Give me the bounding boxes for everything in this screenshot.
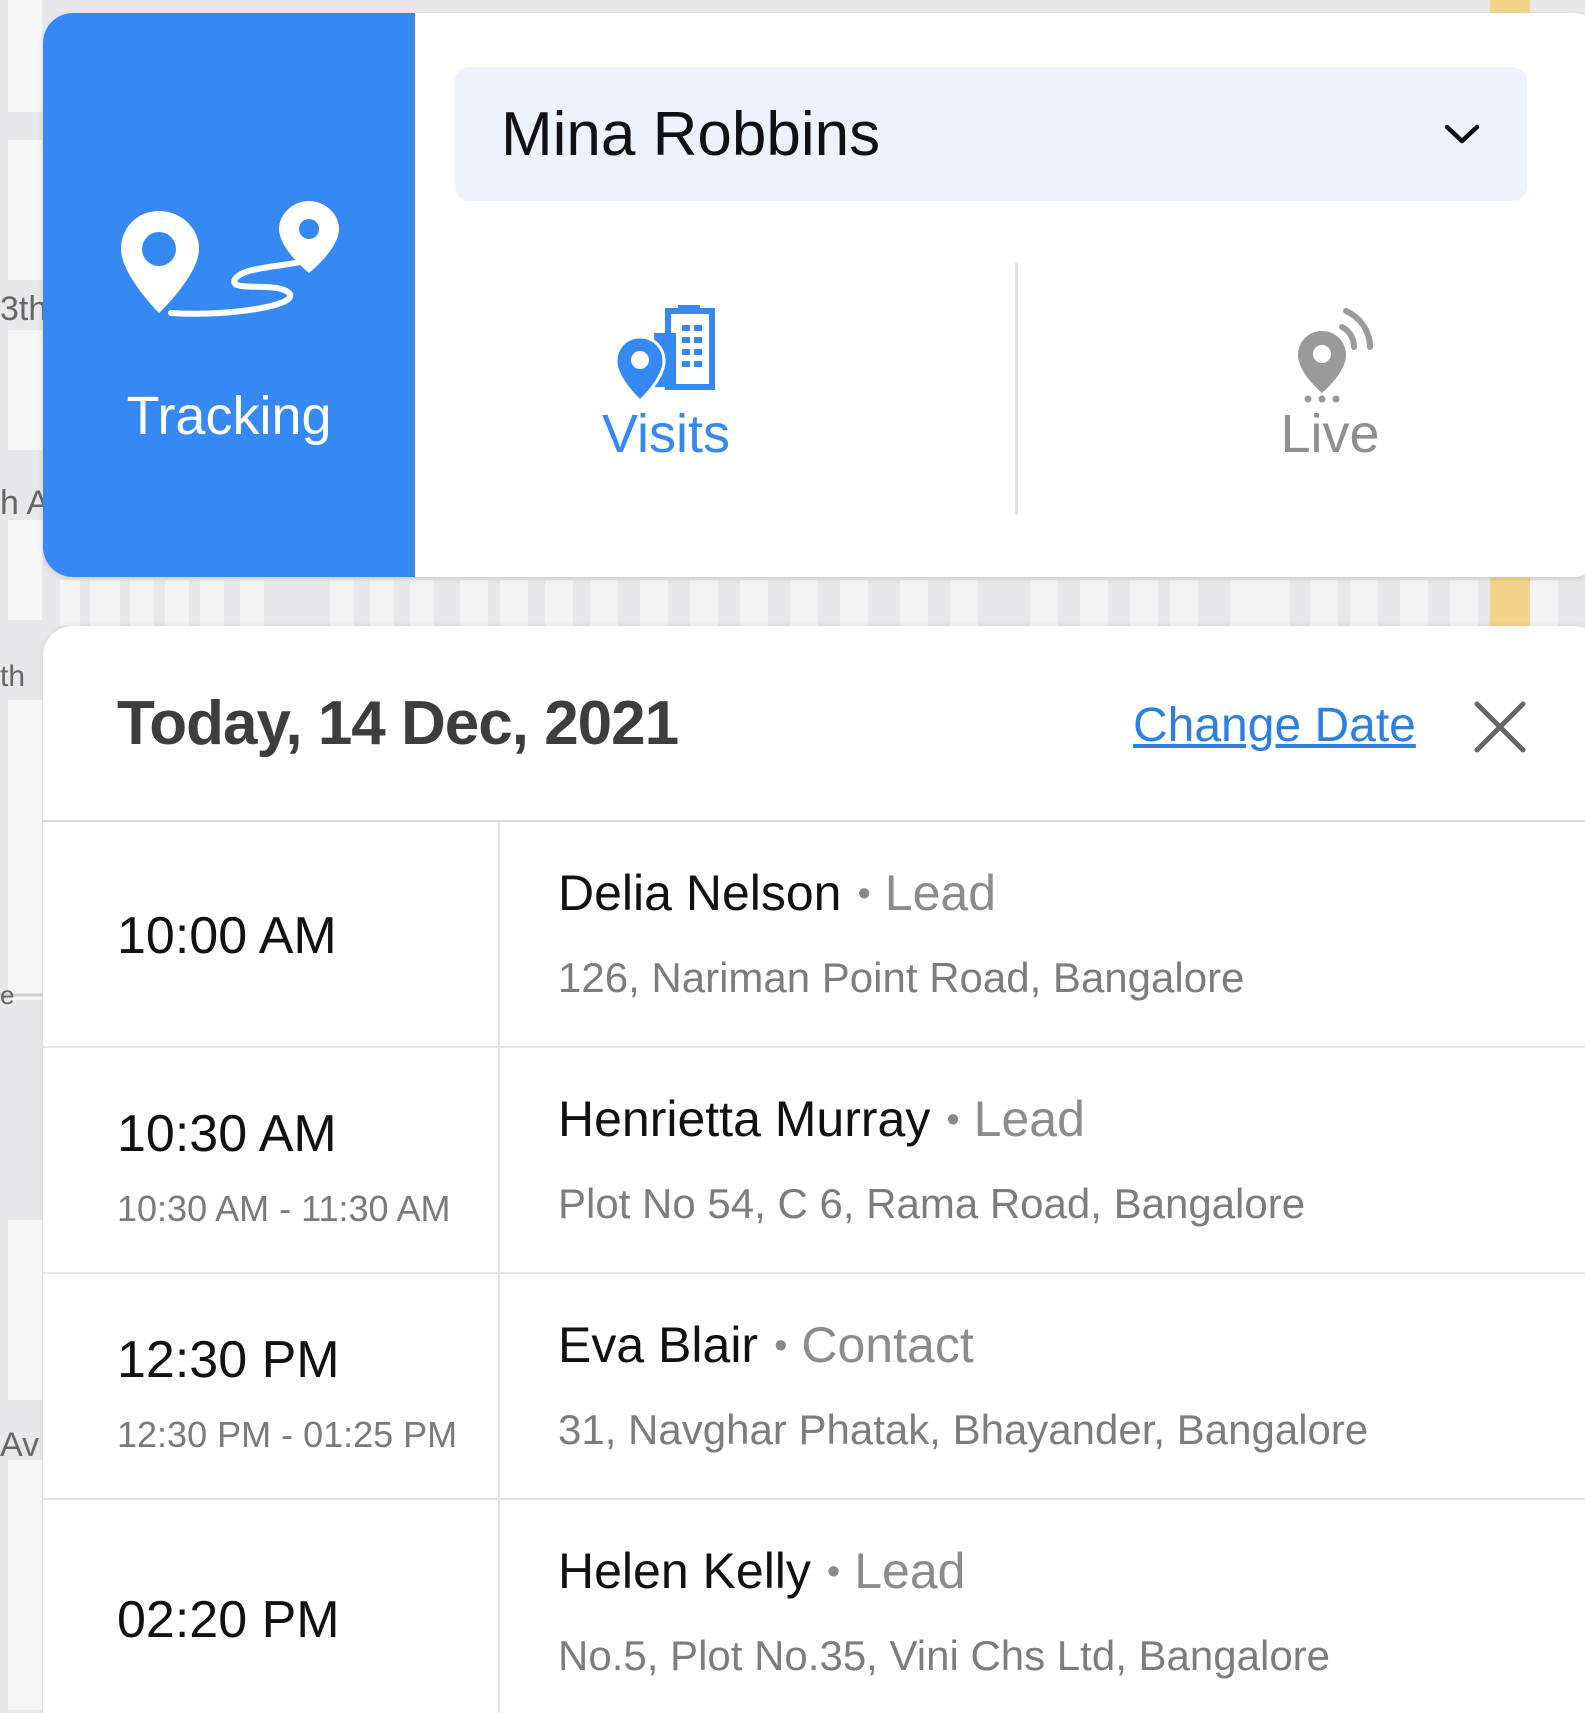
visit-time-column: 10:30 AM 10:30 AM - 11:30 AM xyxy=(43,1048,500,1272)
visit-info: Delia Nelson • Lead 126, Nariman Point Roa… xyxy=(558,822,1585,1046)
separator-dot: • xyxy=(946,1099,960,1141)
visit-contact-name: Eva Blair xyxy=(558,1317,759,1373)
visit-contact-type: Lead xyxy=(973,1091,1085,1147)
chevron-down-icon xyxy=(1444,124,1480,144)
visit-row[interactable]: 02:20 PM Helen Kelly • Lead No.5, Plot No.… xyxy=(43,1500,1585,1713)
visit-time: 10:00 AM xyxy=(117,907,337,965)
tab-divider xyxy=(1015,263,1018,515)
close-icon[interactable] xyxy=(1471,698,1529,756)
map-label: Av xyxy=(0,1426,40,1464)
visit-address: 126, Nariman Point Road, Bangalore xyxy=(558,954,1245,1001)
visit-name-line: Eva Blair • Contact xyxy=(558,1316,974,1374)
route-pins-icon xyxy=(121,201,339,317)
visits-panel: Today, 14 Dec, 2021 Change Date 10:00 AM… xyxy=(43,626,1585,1713)
building-pin-icon xyxy=(614,305,715,403)
visit-time-column: 02:20 PM xyxy=(43,1500,500,1713)
map-label: 3th xyxy=(0,290,48,328)
visit-row[interactable]: 10:30 AM 10:30 AM - 11:30 AM Henrietta M… xyxy=(43,1048,1585,1274)
live-pin-icon xyxy=(1298,308,1373,403)
change-date-link[interactable]: Change Date xyxy=(1133,698,1416,753)
visit-time-range: 10:30 AM - 11:30 AM xyxy=(117,1188,451,1229)
visit-time-column: 10:00 AM xyxy=(43,822,500,1046)
panel-header: Today, 14 Dec, 2021 Change Date xyxy=(43,626,1585,822)
visit-contact-type: Contact xyxy=(801,1317,974,1373)
visit-row[interactable]: 10:00 AM Delia Nelson • Lead 126, Nariman … xyxy=(43,822,1585,1048)
visit-contact-name: Helen Kelly xyxy=(558,1543,811,1599)
tracking-header-card: Tracking Mina Robbins Visits Live xyxy=(43,13,1585,577)
visit-name-line: Henrietta Murray • Lead xyxy=(558,1090,1085,1148)
visit-info: Eva Blair • Contact 31, Navghar Phatak, Bh… xyxy=(558,1274,1585,1498)
tab-visits-label: Visits xyxy=(601,404,731,464)
date-title: Today, 14 Dec, 2021 xyxy=(117,689,679,758)
visit-name-line: Delia Nelson • Lead xyxy=(558,864,996,922)
map-label: e xyxy=(0,980,15,1010)
visit-info: Helen Kelly • Lead No.5, Plot No.35, Vini … xyxy=(558,1500,1585,1713)
visit-address: No.5, Plot No.35, Vini Chs Ltd, Bangalor… xyxy=(558,1632,1331,1679)
visit-address: 31, Navghar Phatak, Bhayander, Bangalore xyxy=(558,1406,1369,1453)
visit-contact-name: Delia Nelson xyxy=(558,865,842,921)
map-label: th xyxy=(0,660,26,693)
tab-live-label: Live xyxy=(1280,404,1380,464)
visit-time: 02:20 PM xyxy=(117,1591,340,1649)
tab-visits[interactable]: Visits xyxy=(566,303,766,465)
visit-time-column: 12:30 PM 12:30 PM - 01:25 PM xyxy=(43,1274,500,1498)
visit-list: 10:00 AM Delia Nelson • Lead 126, Nariman … xyxy=(43,822,1585,1713)
visit-name-line: Helen Kelly • Lead xyxy=(558,1542,965,1600)
visit-time-range: 12:30 PM - 01:25 PM xyxy=(117,1414,458,1455)
visit-row[interactable]: 12:30 PM 12:30 PM - 01:25 PM Eva Blair • C… xyxy=(43,1274,1585,1500)
map-label: h A xyxy=(0,484,50,522)
tab-live[interactable]: Live xyxy=(1230,303,1430,465)
separator-dot: • xyxy=(826,1551,841,1593)
tracking-label: Tracking xyxy=(126,386,332,446)
visit-contact-type: Lead xyxy=(884,865,997,921)
visit-info: Henrietta Murray • Lead Plot No 54, C 6, R… xyxy=(558,1048,1585,1272)
separator-dot: • xyxy=(774,1325,788,1367)
separator-dot: • xyxy=(857,873,871,915)
visit-time: 12:30 PM xyxy=(117,1331,340,1389)
tracking-tile[interactable]: Tracking xyxy=(43,13,415,577)
visit-address: Plot No 54, C 6, Rama Road, Bangalore xyxy=(558,1180,1306,1227)
selected-user-name: Mina Robbins xyxy=(501,99,881,169)
visit-contact-name: Henrietta Murray xyxy=(558,1091,931,1147)
visit-contact-type: Lead xyxy=(854,1543,966,1599)
visit-time: 10:30 AM xyxy=(117,1105,337,1163)
user-select-dropdown[interactable]: Mina Robbins xyxy=(455,67,1527,201)
